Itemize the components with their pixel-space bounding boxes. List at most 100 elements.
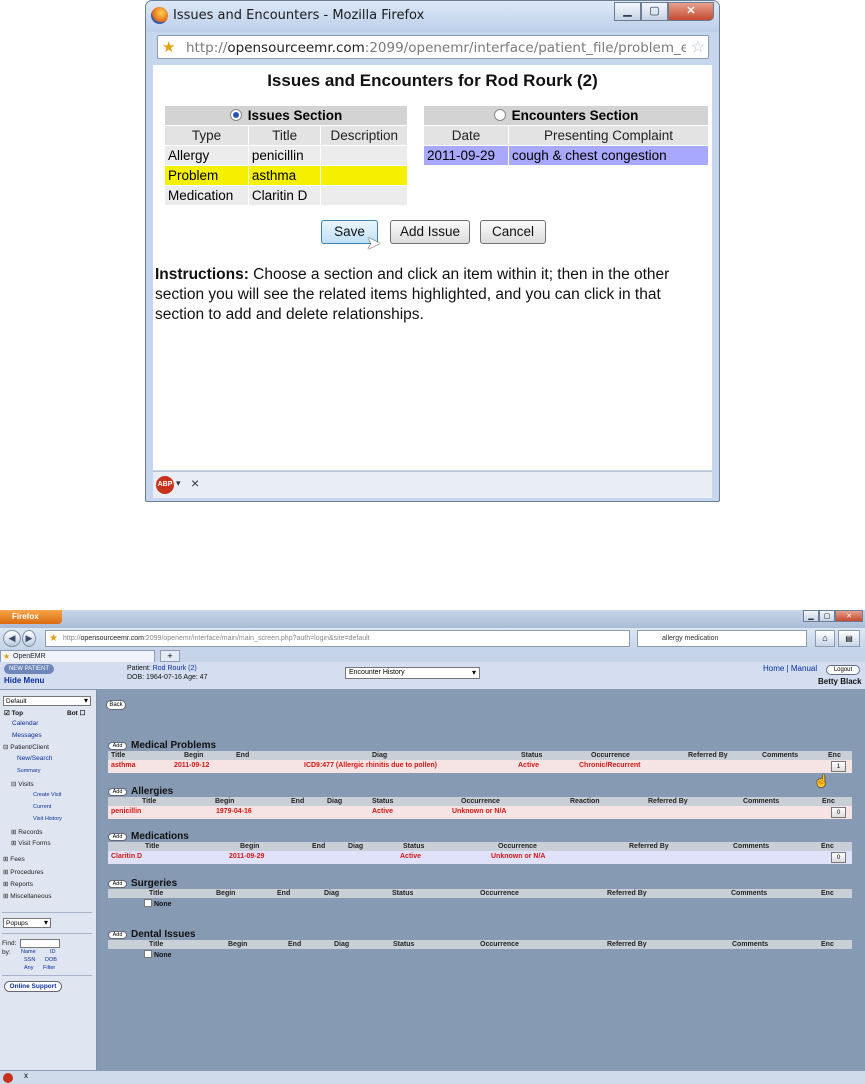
window-titlebar[interactable]: Issues and Encounters - Mozilla Firefox … bbox=[146, 1, 719, 32]
issues-section-header[interactable]: Issues Section bbox=[164, 105, 408, 126]
find-by-name[interactable]: Name bbox=[21, 949, 36, 955]
issue-title[interactable]: penicillin bbox=[247, 145, 322, 166]
issue-type[interactable]: Allergy bbox=[164, 145, 249, 166]
cancel-button[interactable]: Cancel bbox=[480, 220, 546, 244]
issue-description[interactable] bbox=[320, 165, 408, 186]
sidebar-item-create-visit[interactable]: Create Visit bbox=[33, 792, 61, 798]
manual-link[interactable]: Manual bbox=[791, 664, 817, 673]
maximize-button[interactable]: ▢ bbox=[641, 2, 668, 21]
add-surgery-button[interactable]: Add bbox=[108, 880, 127, 888]
col-end: End bbox=[291, 798, 305, 805]
address-bar[interactable]: ★ http://opensourceemr.com:2099/openemr/… bbox=[45, 630, 630, 647]
issue-row-medication[interactable]: Medication Claritin D bbox=[164, 185, 408, 206]
new-tab-button[interactable]: + bbox=[160, 650, 180, 662]
home-link[interactable]: Home bbox=[763, 664, 784, 673]
cell-title[interactable]: penicillin bbox=[111, 807, 141, 817]
find-by-any[interactable]: Any bbox=[24, 965, 33, 971]
encounter-row[interactable]: 2011-09-29 cough & chest congestion bbox=[423, 145, 709, 166]
address-url[interactable]: http://opensourceemr.com:2099/openemr/in… bbox=[186, 40, 686, 56]
minimize-button[interactable]: ▁ bbox=[803, 610, 819, 622]
issue-type[interactable]: Medication bbox=[164, 185, 249, 206]
sidebar-item-messages[interactable]: Messages bbox=[12, 732, 42, 739]
find-by-dob[interactable]: DOB bbox=[45, 957, 57, 963]
find-input[interactable] bbox=[20, 939, 60, 948]
adblock-icon[interactable] bbox=[3, 1073, 13, 1083]
patient-name-link[interactable]: Rod Rourk (2) bbox=[153, 665, 197, 672]
address-bar[interactable]: ★ http://opensourceemr.com:2099/openemr/… bbox=[157, 35, 709, 59]
add-medication-button[interactable]: Add bbox=[108, 833, 127, 841]
back-button[interactable]: Back bbox=[106, 700, 126, 710]
bookmark-star-icon[interactable]: ☆ bbox=[691, 37, 705, 57]
top-checkbox[interactable]: ☑ Top bbox=[4, 709, 23, 717]
close-button[interactable]: ✕ bbox=[668, 2, 714, 21]
close-icon[interactable]: × bbox=[191, 475, 199, 491]
enc-count-button[interactable]: 0 bbox=[831, 852, 846, 863]
sidebar-item-new-search[interactable]: New/Search bbox=[17, 755, 52, 762]
sidebar-item-visit-forms[interactable]: ⊞ Visit Forms bbox=[11, 839, 51, 847]
logout-button[interactable]: Logout bbox=[826, 665, 860, 675]
new-patient-button[interactable]: NEW PATIENT bbox=[4, 664, 54, 674]
close-button[interactable]: ✕ bbox=[835, 610, 863, 622]
issue-type[interactable]: Problem bbox=[164, 165, 249, 186]
bookmarks-icon[interactable]: ▤ bbox=[838, 630, 860, 647]
cell-title[interactable]: asthma bbox=[111, 761, 136, 771]
find-by-id[interactable]: ID bbox=[50, 949, 56, 955]
online-support-button[interactable]: Online Support bbox=[4, 981, 62, 992]
add-dental-issue-button[interactable]: Add bbox=[108, 931, 127, 939]
sidebar-item-summary[interactable]: Summary bbox=[17, 768, 41, 774]
find-by-ssn[interactable]: SSN bbox=[24, 957, 35, 963]
home-icon[interactable]: ⌂ bbox=[815, 630, 835, 647]
issue-description[interactable] bbox=[320, 185, 408, 206]
issue-row-allergy[interactable]: Allergy penicillin bbox=[164, 145, 408, 166]
enc-count-button[interactable]: 1 bbox=[831, 761, 846, 772]
table-row[interactable]: penicillin 1979-04-16 Active Unknown or … bbox=[108, 806, 852, 819]
cell-title[interactable]: Claritin D bbox=[111, 852, 142, 862]
forward-arrow-icon[interactable]: ▶ bbox=[22, 630, 36, 647]
issue-description[interactable] bbox=[320, 145, 408, 166]
tab-openemr[interactable]: OpenEMR bbox=[0, 650, 155, 662]
sidebar-item-procedures[interactable]: ⊞ Procedures bbox=[3, 868, 44, 876]
sidebar-item-visits[interactable]: ⊟ Visits bbox=[11, 780, 34, 788]
minimize-button[interactable]: ▁ bbox=[614, 2, 641, 21]
add-medical-problem-button[interactable]: Add bbox=[108, 742, 127, 750]
none-checkbox[interactable]: None bbox=[144, 950, 172, 959]
enc-count-button[interactable]: 0 bbox=[831, 807, 846, 818]
issues-radio[interactable] bbox=[229, 109, 242, 121]
table-row[interactable]: Claritin D 2011-09-29 Active Unknown or … bbox=[108, 851, 852, 864]
firefox-menu-button[interactable]: Firefox bbox=[0, 610, 62, 624]
bot-checkbox[interactable]: Bot ☐ bbox=[67, 709, 85, 717]
none-checkbox[interactable]: None bbox=[144, 899, 172, 908]
adblock-icon[interactable]: ABP bbox=[156, 476, 174, 494]
sidebar-item-visit-history[interactable]: Visit History bbox=[33, 816, 62, 822]
star-icon[interactable]: ★ bbox=[49, 631, 58, 646]
encounter-date[interactable]: 2011-09-29 bbox=[423, 145, 509, 166]
popups-select[interactable]: Popups bbox=[3, 918, 51, 928]
issue-row-problem[interactable]: Problem asthma bbox=[164, 165, 408, 186]
encounter-complaint[interactable]: cough & chest congestion bbox=[508, 145, 709, 166]
sidebar-item-patient-client[interactable]: ⊟ Patient/Client bbox=[3, 743, 49, 751]
sidebar-item-reports[interactable]: ⊞ Reports bbox=[3, 880, 33, 888]
issue-title[interactable]: asthma bbox=[247, 165, 322, 186]
add-allergy-button[interactable]: Add bbox=[108, 788, 127, 796]
add-issue-button[interactable]: Add Issue bbox=[390, 220, 470, 244]
menu-select[interactable]: Default bbox=[3, 696, 91, 706]
sidebar-item-current[interactable]: Current bbox=[33, 804, 51, 810]
sidebar-item-calendar[interactable]: Calendar bbox=[12, 720, 38, 727]
table-row[interactable]: asthma 2011-09-12 ICD9:477 (Allergic rhi… bbox=[108, 760, 852, 773]
main-titlebar[interactable]: Firefox ▁ ▢ ✕ bbox=[0, 610, 865, 628]
encounter-history-select[interactable]: Encounter History bbox=[345, 667, 480, 679]
find-by-filter[interactable]: Filter bbox=[43, 965, 55, 971]
sidebar-item-fees[interactable]: ⊞ Fees bbox=[3, 855, 25, 863]
back-arrow-icon[interactable]: ◀ bbox=[3, 630, 21, 647]
star-icon[interactable]: ★ bbox=[162, 38, 175, 56]
sidebar-item-miscellaneous[interactable]: ⊞ Miscellaneous bbox=[3, 892, 51, 900]
sidebar-item-records[interactable]: ⊞ Records bbox=[11, 828, 42, 836]
encounters-radio[interactable] bbox=[493, 109, 506, 121]
search-input[interactable]: allergy medication bbox=[637, 630, 807, 647]
encounters-section-header[interactable]: Encounters Section bbox=[423, 105, 709, 126]
issue-title[interactable]: Claritin D bbox=[247, 185, 322, 206]
chevron-down-icon[interactable]: ▾ bbox=[176, 478, 181, 489]
hide-menu-link[interactable]: Hide Menu bbox=[4, 676, 44, 685]
close-icon[interactable]: x bbox=[24, 1071, 28, 1080]
maximize-button[interactable]: ▢ bbox=[819, 610, 835, 622]
